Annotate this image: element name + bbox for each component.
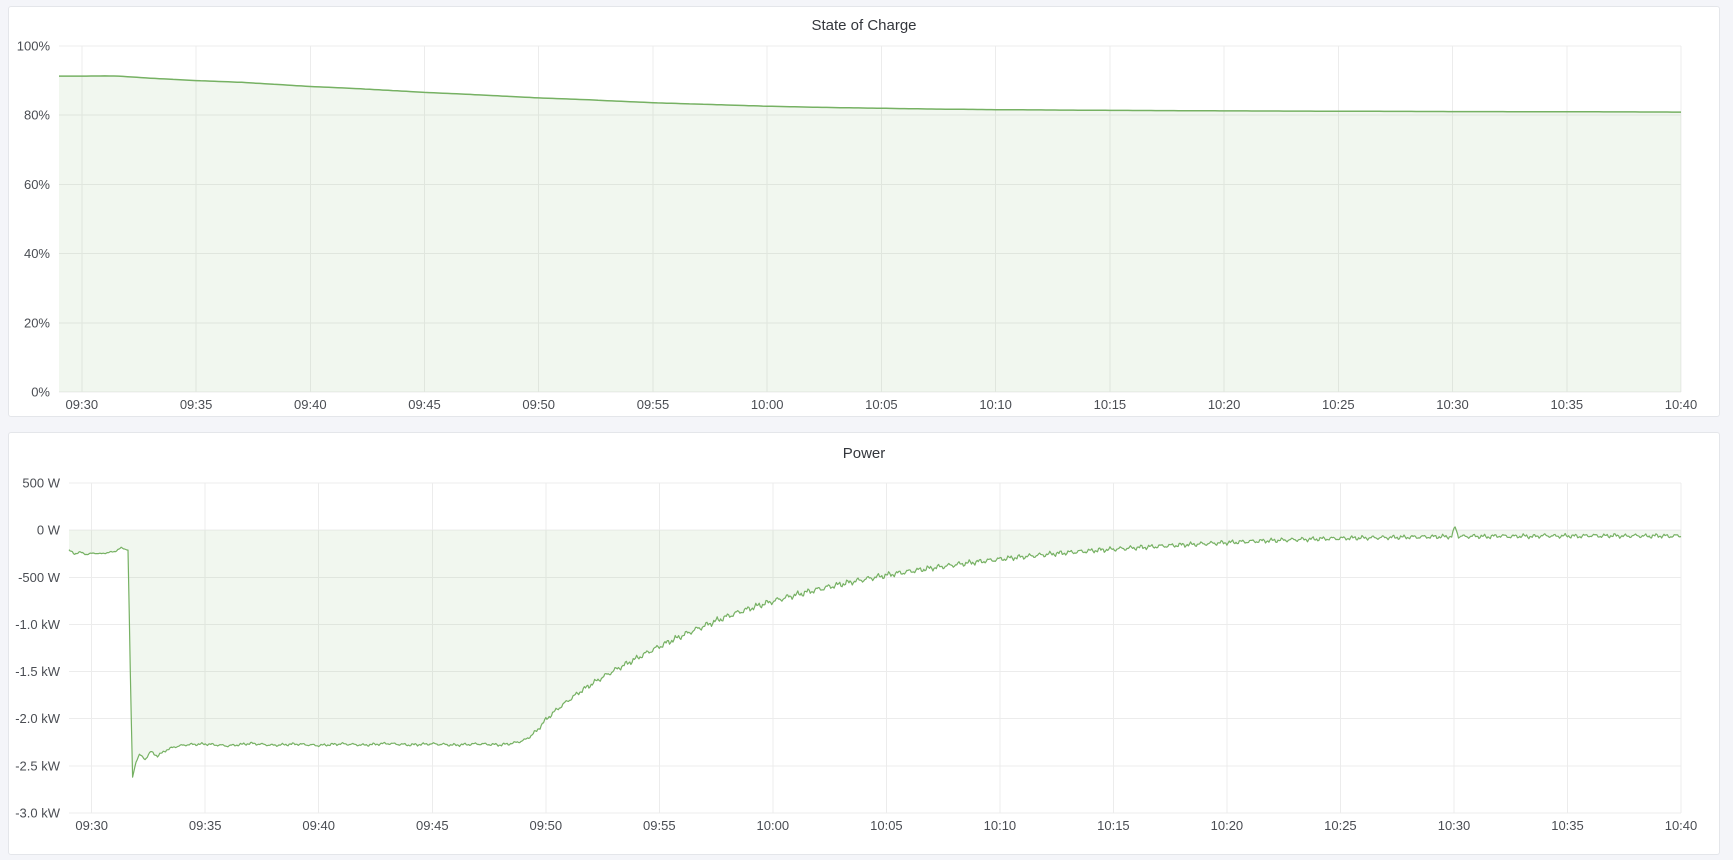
svg-text:10:30: 10:30 <box>1438 818 1471 833</box>
svg-text:0 W: 0 W <box>37 523 61 538</box>
svg-text:10:15: 10:15 <box>1097 818 1130 833</box>
svg-text:80%: 80% <box>24 108 50 123</box>
x-axis-labels: 09:30 09:35 09:40 09:45 09:50 09:55 10:00 10:05… <box>75 818 1697 833</box>
svg-text:10:20: 10:20 <box>1211 818 1244 833</box>
svg-text:100%: 100% <box>17 39 51 54</box>
svg-text:60%: 60% <box>24 177 50 192</box>
svg-text:-1.0 kW: -1.0 kW <box>15 617 61 632</box>
svg-text:-1.5 kW: -1.5 kW <box>15 664 61 679</box>
svg-text:09:40: 09:40 <box>302 818 335 833</box>
series-fill <box>59 76 1681 392</box>
svg-text:10:25: 10:25 <box>1324 818 1357 833</box>
x-axis-labels: 09:30 09:35 09:40 09:45 09:50 09:55 10:00 10:05… <box>66 397 1698 412</box>
svg-text:10:30: 10:30 <box>1436 397 1469 412</box>
svg-text:10:10: 10:10 <box>979 397 1012 412</box>
power-chart[interactable]: 500 W 0 W -500 W -1.0 kW -1.5 kW -2.0 kW -2.5 … <box>9 433 1719 854</box>
svg-text:09:55: 09:55 <box>643 818 676 833</box>
svg-text:10:00: 10:00 <box>757 818 790 833</box>
svg-text:09:35: 09:35 <box>180 397 213 412</box>
panel-title-power[interactable]: Power <box>9 445 1719 463</box>
svg-text:09:55: 09:55 <box>637 397 670 412</box>
svg-text:10:05: 10:05 <box>870 818 903 833</box>
y-axis-labels: 500 W 0 W -500 W -1.0 kW -1.5 kW -2.0 kW -2.5 … <box>15 476 61 821</box>
svg-text:-2.0 kW: -2.0 kW <box>15 711 61 726</box>
svg-text:09:30: 09:30 <box>75 818 108 833</box>
svg-text:10:40: 10:40 <box>1665 397 1698 412</box>
svg-text:09:35: 09:35 <box>189 818 222 833</box>
series-fill <box>69 527 1681 777</box>
svg-text:40%: 40% <box>24 246 50 261</box>
svg-text:-3.0 kW: -3.0 kW <box>15 806 61 821</box>
svg-text:10:25: 10:25 <box>1322 397 1355 412</box>
svg-text:09:30: 09:30 <box>66 397 99 412</box>
panel-power: Power 500 W 0 W -500 W -1.0 kW -1.5 kW -2.0 k… <box>8 432 1720 855</box>
svg-text:09:45: 09:45 <box>416 818 449 833</box>
svg-text:09:50: 09:50 <box>522 397 555 412</box>
svg-text:10:10: 10:10 <box>984 818 1017 833</box>
svg-text:0%: 0% <box>31 385 50 400</box>
svg-text:09:40: 09:40 <box>294 397 327 412</box>
svg-text:10:40: 10:40 <box>1665 818 1698 833</box>
svg-text:10:35: 10:35 <box>1551 397 1584 412</box>
svg-text:09:50: 09:50 <box>530 818 563 833</box>
svg-text:10:20: 10:20 <box>1208 397 1241 412</box>
svg-text:10:05: 10:05 <box>865 397 898 412</box>
state-of-charge-chart[interactable]: 100%80%60%40%20%0%09:3009:3509:4009:4509… <box>9 7 1719 416</box>
svg-text:10:00: 10:00 <box>751 397 784 412</box>
svg-text:20%: 20% <box>24 315 50 330</box>
y-axis-labels: 100% 80% 60% 40% 20% 0% <box>17 39 51 400</box>
svg-text:09:45: 09:45 <box>408 397 441 412</box>
svg-text:10:35: 10:35 <box>1551 818 1584 833</box>
svg-text:-500 W: -500 W <box>18 570 61 585</box>
svg-text:500 W: 500 W <box>22 476 60 491</box>
svg-text:-2.5 kW: -2.5 kW <box>15 758 61 773</box>
panel-state-of-charge: State of Charge 100%80%60%40%20%0%09:300… <box>8 6 1720 417</box>
panel-title-state-of-charge[interactable]: State of Charge <box>9 17 1719 35</box>
svg-text:10:15: 10:15 <box>1094 397 1127 412</box>
